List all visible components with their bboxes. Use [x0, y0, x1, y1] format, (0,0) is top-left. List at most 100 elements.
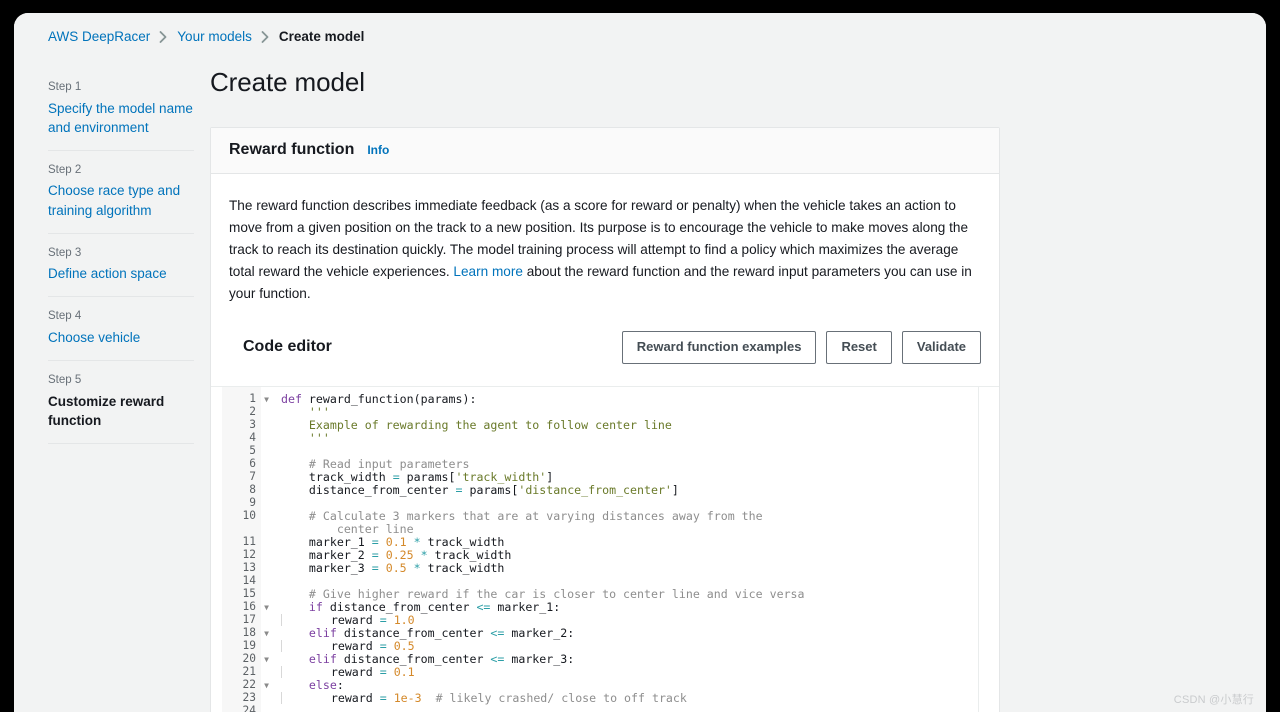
line-number: 10	[242, 508, 256, 522]
code-text: if distance_from_center <= marker_1:	[308, 599, 561, 614]
code-text: # Read input parameters	[308, 456, 470, 471]
step-title-1[interactable]: Specify the model name and environment	[48, 99, 194, 137]
breadcrumb-item-2: Create model	[278, 29, 365, 44]
fold-toggle-icon[interactable]: ▼	[261, 601, 272, 614]
code-text: elif distance_from_center <= marker_3:	[308, 651, 575, 666]
step-number-label: Step 4	[48, 310, 82, 323]
code-editor-title: Code editor	[243, 338, 332, 356]
step-title-4[interactable]: Choose vehicle	[48, 328, 194, 347]
card-body: The reward function describes immediate …	[211, 174, 999, 712]
reward-function-examples-button[interactable]: Reward function examples	[621, 331, 817, 364]
line-number: 3	[249, 417, 256, 431]
fold-toggle-icon[interactable]: ▼	[261, 627, 272, 640]
fold-toggle-icon[interactable]: ▼	[261, 679, 272, 692]
code-text: reward = 0.5	[281, 638, 415, 653]
code-lines[interactable]: 1 ▼ def reward_function(params): 2 ''' 3 Exa…	[211, 387, 999, 712]
line-number-spacer	[222, 523, 261, 536]
line-number: 4	[249, 430, 256, 444]
line-number: 5	[249, 443, 256, 457]
line-number: 7	[249, 469, 256, 483]
page-title: Create model	[210, 67, 365, 97]
steps-sidebar: Step 1 Specify the model name and environ…	[48, 71, 194, 444]
step-number-label: Step 5	[48, 374, 82, 386]
code-text: marker_2 = 0.25 * track_width	[281, 547, 512, 562]
line-number: 21	[242, 664, 256, 678]
watermark: CSDN @小慧行	[1173, 694, 1254, 706]
step-number-label: Step 1	[48, 81, 82, 93]
main-content: Create model Reward function Info The re…	[210, 67, 1000, 712]
editor-actions: Reward function examples Reset Validate	[621, 331, 981, 364]
breadcrumb-item-0[interactable]: AWS DeepRacer	[48, 29, 150, 44]
code-text: # Calculate 3 markers that are at varyin…	[308, 508, 763, 523]
info-link[interactable]: Info	[367, 143, 389, 157]
step-number-label: Step 2	[48, 163, 82, 176]
code-line[interactable]: 13 marker_3 = 0.5 * track_width	[211, 560, 999, 575]
card-header: Reward function Info	[211, 128, 999, 174]
code-editor[interactable]: 1 ▼ def reward_function(params): 2 ''' 3 Exa…	[211, 385, 999, 712]
line-number: 18	[242, 625, 256, 639]
step-title-5: Customize reward function	[48, 393, 165, 428]
code-line[interactable]: 23 reward = 1e-3 # likely crashed/ close…	[211, 690, 999, 705]
card-title: Reward function	[229, 141, 355, 158]
fold-toggle-icon[interactable]: ▼	[261, 653, 272, 666]
code-editor-toolbar: Code editor Reward function examples Rese…	[229, 331, 981, 364]
chevron-right-icon	[159, 30, 168, 43]
line-number: 20	[242, 651, 256, 665]
line-number: 16	[242, 599, 256, 613]
line-number: 23	[242, 690, 256, 704]
line-number: 9	[249, 495, 256, 509]
code-line[interactable]: 10 # Calculate 3 markers that are at var…	[211, 508, 999, 523]
validate-button[interactable]: Validate	[901, 331, 981, 364]
step-title-3[interactable]: Define action space	[48, 264, 194, 283]
code-text: # Give higher reward if the car is close…	[308, 586, 805, 601]
code-text: Example of rewarding the agent to follow…	[308, 417, 672, 432]
line-number: 2	[249, 404, 256, 418]
code-line[interactable]: 24	[211, 704, 999, 712]
code-line[interactable]: 8 distance_from_center = params['distanc…	[211, 482, 999, 497]
browser-window-frame: AWS DeepRacer Your models Create model Ste…	[14, 13, 1266, 712]
fold-toggle-icon[interactable]: ▼	[261, 393, 272, 406]
reset-button[interactable]: Reset	[826, 331, 892, 364]
code-line[interactable]: 4 '''	[211, 430, 999, 445]
code-scroll-area[interactable]: 1 ▼ def reward_function(params): 2 ''' 3 Exa…	[211, 387, 999, 712]
step-title-2[interactable]: Choose race type and training algorithm	[48, 181, 194, 219]
line-number: 6	[249, 456, 256, 470]
chevron-right-icon	[261, 30, 270, 43]
code-text: reward = 1.0	[281, 612, 415, 627]
line-number: 14	[242, 573, 256, 587]
sidebar-step-3: Step 3 Define action space	[48, 234, 194, 298]
sidebar-step-2: Step 2 Choose race type and training algo…	[48, 151, 194, 234]
learn-more-link[interactable]: Learn more	[453, 264, 523, 279]
code-text: distance_from_center = params['distance_…	[281, 482, 679, 497]
sidebar-step-1: Step 1 Specify the model name and environ…	[48, 71, 194, 151]
code-text: reward = 1e-3 # likely crashed/ close to…	[281, 690, 687, 705]
code-text: marker_1 = 0.1 * track_width	[281, 534, 505, 549]
line-number: 22	[242, 677, 256, 691]
line-number: 19	[242, 638, 256, 652]
breadcrumb-item-1[interactable]: Your models	[177, 29, 252, 44]
code-text-continuation: center line	[336, 521, 414, 536]
page-content: AWS DeepRacer Your models Create model Ste…	[14, 13, 1266, 712]
line-number: 13	[242, 560, 256, 574]
line-number: 17	[242, 612, 256, 626]
line-number: 8	[249, 482, 256, 496]
